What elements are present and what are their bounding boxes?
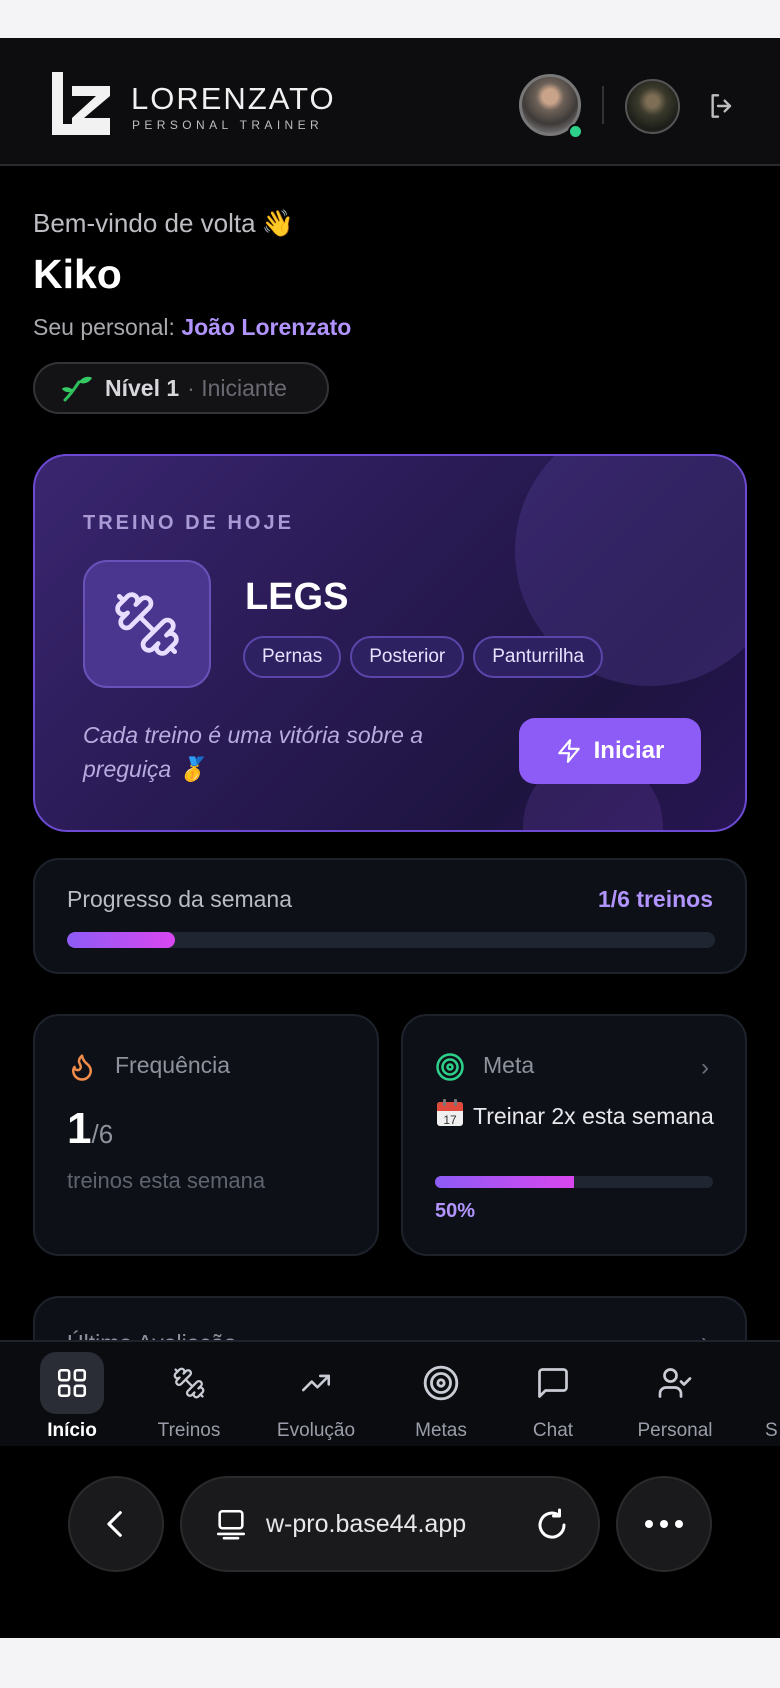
frequency-count: 1 xyxy=(67,1104,92,1153)
level-rank: · Iniciante xyxy=(187,374,287,401)
week-progress-card: Progresso da semana 1/6 treinos xyxy=(33,858,747,974)
goal-progress-fill xyxy=(435,1176,574,1188)
calendar-icon: 17 xyxy=(437,1099,463,1127)
level-label: Nível 1 xyxy=(105,374,180,401)
nav-label: Treinos xyxy=(157,1420,221,1441)
workout-tags: Pernas Posterior Panturrilha xyxy=(243,636,604,678)
svg-text:17: 17 xyxy=(443,1113,457,1127)
frequency-title: Frequência xyxy=(115,1052,231,1078)
goal-title: Meta xyxy=(483,1052,535,1078)
week-progress-count: 1/6 treinos xyxy=(597,886,713,912)
nav-item-personal[interactable]: Personal xyxy=(620,1342,730,1448)
frequency-total: /6 xyxy=(91,1119,114,1149)
trainer-avatar[interactable] xyxy=(625,79,680,134)
today-workout-card[interactable]: TREINO DE HOJE LEGS Pernas Posterior Pan… xyxy=(33,454,747,832)
target-icon xyxy=(436,1053,464,1081)
nav-item-treinos[interactable]: Treinos xyxy=(134,1342,244,1448)
trainer-prefix: Seu personal: xyxy=(33,314,175,340)
greeting-text: Bem-vindo de volta xyxy=(33,208,256,238)
nav-label: S xyxy=(765,1420,778,1441)
goal-description: Treinar 2x esta semana xyxy=(473,1103,714,1129)
brand-subtitle: PERSONAL TRAINER xyxy=(132,118,324,132)
start-workout-label: Iniciar xyxy=(593,737,665,764)
browser-url-text: w-pro.base44.app xyxy=(266,1509,467,1538)
sprout-icon xyxy=(62,376,92,402)
goal-percent: 50% xyxy=(435,1200,476,1222)
browser-toolbar: w-pro.base44.app xyxy=(0,1446,780,1638)
user-check-icon xyxy=(658,1368,692,1398)
welcome-greeting: Bem-vindo de volta 👋 xyxy=(33,208,294,239)
app-screen: LORENZATO PERSONAL TRAINER Bem-vindo de … xyxy=(0,38,780,1638)
app-header: LORENZATO PERSONAL TRAINER xyxy=(0,38,780,166)
nav-item-inicio[interactable]: Início xyxy=(17,1342,127,1448)
nav-label: Personal xyxy=(637,1420,713,1441)
grid-icon xyxy=(57,1368,87,1398)
dumbbell-icon xyxy=(115,592,179,656)
bottom-navigation: Início Treinos Evolução Metas Chat Perso… xyxy=(0,1340,780,1446)
browser-back-button[interactable] xyxy=(68,1476,164,1572)
frequency-card: Frequência 1/6 treinos esta semana xyxy=(33,1014,379,1256)
goal-progress-bar xyxy=(435,1176,713,1188)
brand-logo-icon xyxy=(52,72,110,135)
brand-name: LORENZATO xyxy=(131,81,336,116)
nav-item-metas[interactable]: Metas xyxy=(386,1342,496,1448)
more-dot xyxy=(675,1520,683,1528)
header-divider xyxy=(602,86,604,124)
user-name: Kiko xyxy=(33,251,122,297)
goal-card[interactable]: Meta › 17 Treinar 2x esta semana 50% xyxy=(401,1014,747,1256)
nav-item-evolucao[interactable]: Evolução xyxy=(261,1342,371,1448)
frequency-value: 1/6 xyxy=(67,1104,113,1154)
trend-up-icon xyxy=(301,1374,331,1392)
target-icon xyxy=(423,1365,459,1401)
frequency-subtitle: treinos esta semana xyxy=(67,1168,266,1193)
workout-icon-box xyxy=(83,560,211,688)
logout-icon[interactable] xyxy=(706,90,738,122)
chevron-right-icon: › xyxy=(701,1054,709,1081)
nav-label: Evolução xyxy=(276,1420,356,1441)
trainer-name-link[interactable]: João Lorenzato xyxy=(181,314,351,340)
chat-icon xyxy=(538,1368,568,1398)
nav-item-chat[interactable]: Chat xyxy=(498,1342,608,1448)
nav-label: Início xyxy=(47,1420,97,1441)
workout-tag: Pernas xyxy=(243,636,342,678)
nav-item-overflow[interactable]: S xyxy=(725,1342,780,1448)
nav-label: Metas xyxy=(415,1420,467,1441)
lightning-icon xyxy=(557,739,580,763)
week-progress-fill xyxy=(67,932,176,948)
level-badge: Nível 1 · Iniciante xyxy=(33,362,329,414)
more-dot xyxy=(645,1520,653,1528)
online-status-dot xyxy=(568,124,583,139)
workout-title: LEGS xyxy=(245,576,349,618)
tabs-icon xyxy=(216,1509,246,1540)
start-workout-button[interactable]: Iniciar xyxy=(519,718,701,784)
workout-tag: Posterior xyxy=(350,636,465,678)
nav-label: Chat xyxy=(532,1420,574,1441)
goal-text: 17 Treinar 2x esta semana xyxy=(435,1098,725,1131)
browser-url-bar[interactable]: w-pro.base44.app xyxy=(180,1476,600,1572)
reload-icon[interactable] xyxy=(534,1507,570,1543)
week-progress-label: Progresso da semana xyxy=(67,886,293,912)
week-progress-bar xyxy=(67,932,715,948)
wave-emoji: 👋 xyxy=(261,208,294,238)
more-dot xyxy=(660,1520,668,1528)
flame-icon xyxy=(72,1054,92,1081)
today-workout-kicker: TREINO DE HOJE xyxy=(83,512,294,534)
dumbbell-icon xyxy=(173,1367,205,1399)
browser-more-button[interactable] xyxy=(616,1476,712,1572)
chevron-left-icon xyxy=(107,1511,122,1537)
trainer-line: Seu personal: João Lorenzato xyxy=(33,314,351,341)
motivational-quote: Cada treino é uma vitória sobre a pregui… xyxy=(83,722,424,782)
workout-tag: Panturrilha xyxy=(473,636,604,678)
